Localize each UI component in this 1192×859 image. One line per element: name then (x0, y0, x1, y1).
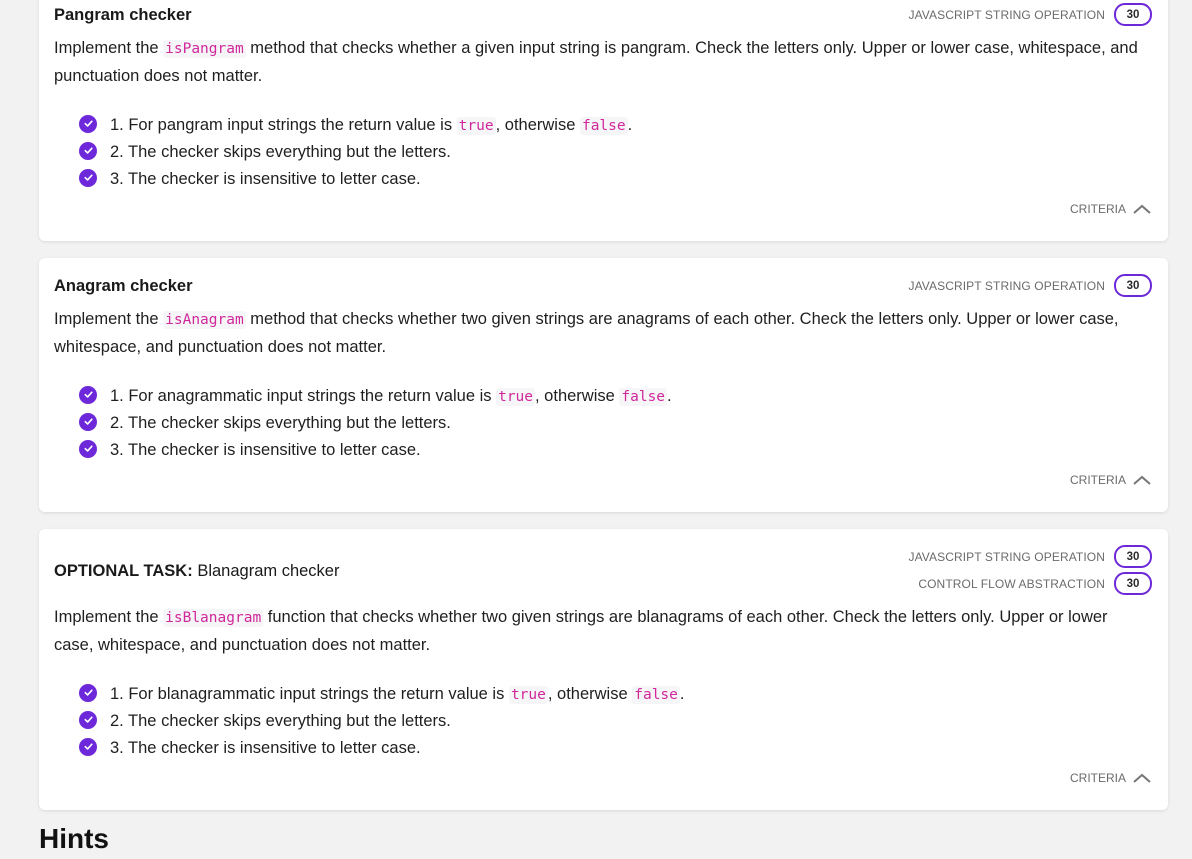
skill-tag-label: JAVASCRIPT STRING OPERATION (908, 7, 1105, 22)
skill-tag-label: JAVASCRIPT STRING OPERATION (908, 549, 1105, 564)
criteria-item: 2. The checker skips everything but the … (79, 708, 684, 735)
criteria-text: 1. For pangram input strings the return … (110, 116, 633, 135)
criteria-text: 3. The checker is insensitive to letter … (110, 441, 421, 459)
criteria-list: 1. For anagrammatic input strings the re… (79, 383, 672, 464)
skill-tag-label: CONTROL FLOW ABSTRACTION (918, 576, 1105, 591)
check-circle-icon (79, 439, 97, 458)
check-circle-icon (79, 412, 97, 431)
skill-score-badge: 30 (1114, 545, 1152, 568)
criteria-item: 1. For anagrammatic input strings the re… (79, 383, 672, 410)
criteria-text: 3. The checker is insensitive to letter … (110, 170, 421, 188)
criteria-item: 3. The checker is insensitive to letter … (79, 166, 632, 193)
criteria-item: 2. The checker skips everything but the … (79, 139, 632, 166)
task-description: Implement the isAnagram method that chec… (54, 310, 1119, 356)
method-name-code: isPangram (163, 40, 246, 58)
chevron-up-icon (1132, 203, 1152, 215)
criteria-item: 1. For pangram input strings the return … (79, 112, 632, 139)
check-circle-icon (79, 141, 97, 160)
method-name-code: isAnagram (163, 311, 246, 329)
criteria-text: 2. The checker skips everything but the … (110, 712, 451, 730)
task-description: Implement the isPangram method that chec… (54, 39, 1138, 85)
task-title: OPTIONAL TASK: Blanagram checker (54, 562, 339, 581)
task-card-anagram: Anagram checker JAVASCRIPT STRING OPERAT… (39, 258, 1168, 512)
skill-score-badge: 30 (1114, 3, 1152, 26)
skill-score-badge: 30 (1114, 572, 1152, 595)
optional-task-prefix: OPTIONAL TASK: (54, 562, 193, 580)
criteria-item: 3. The checker is insensitive to letter … (79, 735, 684, 762)
check-circle-icon (79, 683, 97, 702)
criteria-text: 1. For blanagrammatic input strings the … (110, 685, 685, 704)
skill-tag-label: JAVASCRIPT STRING OPERATION (908, 278, 1105, 293)
chevron-up-icon (1132, 772, 1152, 784)
check-circle-icon (79, 385, 97, 404)
criteria-toggle-label: CRITERIA (1069, 771, 1126, 785)
chevron-up-icon (1132, 474, 1152, 486)
task-title: Pangram checker (54, 6, 192, 25)
criteria-toggle[interactable]: CRITERIA (1070, 473, 1152, 487)
task-card-blanagram: OPTIONAL TASK: Blanagram checker JAVASCR… (39, 529, 1168, 810)
criteria-text: 3. The checker is insensitive to letter … (110, 739, 421, 757)
skill-tags: JAVASCRIPT STRING OPERATION 30 CONTROL F… (908, 545, 1152, 595)
task-title-text: Blanagram checker (197, 562, 340, 580)
check-circle-icon (79, 737, 97, 756)
skill-tag: JAVASCRIPT STRING OPERATION 30 (908, 274, 1152, 297)
criteria-toggle[interactable]: CRITERIA (1070, 771, 1152, 785)
criteria-toggle[interactable]: CRITERIA (1070, 202, 1152, 216)
criteria-text: 1. For anagrammatic input strings the re… (110, 387, 672, 406)
criteria-item: 1. For blanagrammatic input strings the … (79, 681, 684, 708)
task-title-text: Anagram checker (54, 277, 193, 295)
task-title-text: Pangram checker (54, 6, 192, 24)
skill-tags: JAVASCRIPT STRING OPERATION 30 (908, 3, 1152, 26)
criteria-list: 1. For blanagrammatic input strings the … (79, 681, 684, 762)
task-card-pangram: Pangram checker JAVASCRIPT STRING OPERAT… (39, 0, 1168, 241)
check-circle-icon (79, 168, 97, 187)
hints-heading: Hints (39, 823, 109, 854)
check-circle-icon (79, 114, 97, 133)
skill-tags: JAVASCRIPT STRING OPERATION 30 (908, 274, 1152, 297)
criteria-text: 2. The checker skips everything but the … (110, 143, 451, 161)
criteria-list: 1. For pangram input strings the return … (79, 112, 632, 193)
method-name-code: isBlanagram (163, 609, 264, 627)
task-title: Anagram checker (54, 277, 193, 296)
task-description: Implement the isBlanagram function that … (54, 608, 1108, 654)
skill-tag: JAVASCRIPT STRING OPERATION 30 (908, 3, 1152, 26)
criteria-text: 2. The checker skips everything but the … (110, 414, 451, 432)
skill-score-badge: 30 (1114, 274, 1152, 297)
criteria-toggle-label: CRITERIA (1069, 473, 1126, 487)
criteria-item: 3. The checker is insensitive to letter … (79, 437, 672, 464)
skill-tag: CONTROL FLOW ABSTRACTION 30 (918, 572, 1152, 595)
check-circle-icon (79, 710, 97, 729)
criteria-toggle-label: CRITERIA (1069, 202, 1126, 216)
criteria-item: 2. The checker skips everything but the … (79, 410, 672, 437)
skill-tag: JAVASCRIPT STRING OPERATION 30 (908, 545, 1152, 568)
